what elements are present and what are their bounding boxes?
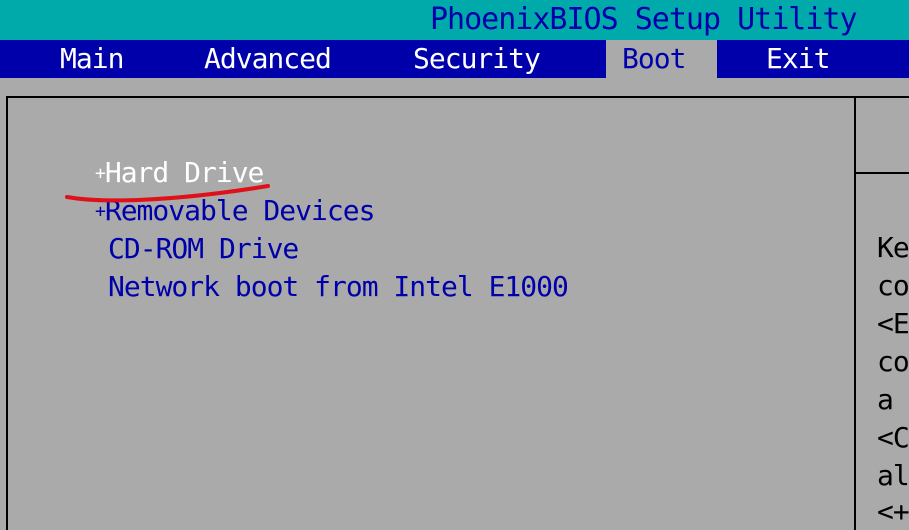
help-line: co [877,345,909,378]
boot-item-label: Network boot from Intel E1000 [108,270,569,303]
menu-tab-security[interactable]: Security [413,40,541,78]
help-line: Ke [877,231,909,264]
boot-item-label: Removable Devices [104,194,376,227]
boot-item-label: Hard Drive [104,156,265,189]
menu-tab-main[interactable]: Main [60,40,124,78]
help-line: a [877,383,894,416]
menu-tab-advanced[interactable]: Advanced [204,40,332,78]
help-line: <C [877,421,909,454]
help-line: co [877,269,909,302]
boot-item-network-boot[interactable]: Network boot from Intel E1000 [108,269,569,305]
help-line: <+ [877,495,909,528]
help-line: al [877,459,909,492]
help-line: <E [877,307,909,340]
expand-plus-icon: + [95,163,106,184]
menu-tab-boot[interactable]: Boot [606,40,717,78]
panel-divider-vertical [854,96,856,530]
app-title: PhoenixBIOS Setup Utility [430,2,858,37]
menu-bar: Main Advanced Security Boot Exit [0,40,909,78]
boot-item-removable-devices[interactable]: +Removable Devices [95,193,376,229]
boot-item-cd-rom-drive[interactable]: CD-ROM Drive [108,231,299,267]
boot-item-label: CD-ROM Drive [108,232,299,265]
expand-plus-icon: + [95,201,106,222]
menu-gap [0,78,909,96]
help-panel-divider [856,172,909,174]
boot-item-hard-drive[interactable]: +Hard Drive [95,155,265,191]
title-bar: PhoenixBIOS Setup Utility [0,0,909,40]
menu-tab-exit[interactable]: Exit [766,40,830,78]
